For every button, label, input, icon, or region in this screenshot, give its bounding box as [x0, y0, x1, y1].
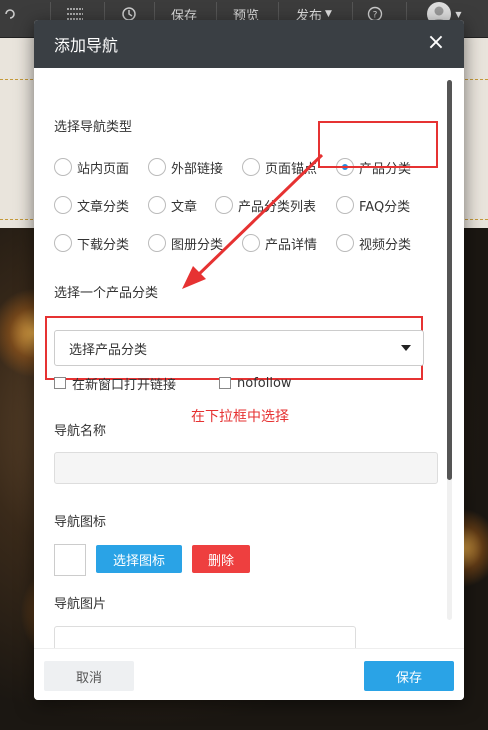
radio-circle	[148, 234, 166, 252]
select-value: 选择产品分类	[69, 342, 148, 358]
undo-icon[interactable]	[0, 0, 20, 28]
modal-body: 选择导航类型 站内页面 外部链接 页面锚点 产品分类 文章分类 文章 产品分类列…	[34, 68, 464, 658]
radio-faq-category[interactable]: FAQ分类	[336, 195, 410, 215]
nav-icon-label: 导航图标	[54, 515, 107, 530]
radio-circle	[215, 196, 233, 214]
open-new-window-checkbox[interactable]: 在新窗口打开链接	[54, 375, 177, 393]
checkbox-box	[54, 377, 66, 389]
delete-icon-button[interactable]: 删除	[192, 545, 250, 573]
radio-product-category-list[interactable]: 产品分类列表	[215, 195, 316, 215]
product-category-select[interactable]: 选择产品分类	[54, 330, 424, 366]
radio-label: 外部链接	[171, 161, 224, 177]
radio-label: 下载分类	[77, 237, 130, 253]
nofollow-checkbox[interactable]: nofollow	[219, 375, 292, 391]
radio-page-anchor[interactable]: 页面锚点	[242, 157, 317, 177]
save-button[interactable]: 保存	[364, 661, 454, 691]
nav-type-label: 选择导航类型	[54, 120, 133, 135]
cancel-button[interactable]: 取消	[44, 661, 134, 691]
radio-label: 文章	[171, 199, 198, 215]
radio-label: FAQ分类	[359, 199, 411, 215]
add-navigation-modal: 添加导航 × 选择导航类型 站内页面 外部链接 页面锚点 产品分类 文章分类 文	[34, 20, 464, 700]
radio-product-detail[interactable]: 产品详情	[242, 233, 317, 253]
nav-name-input[interactable]	[54, 452, 438, 484]
radio-article-category[interactable]: 文章分类	[54, 195, 129, 215]
radio-label: 页面锚点	[265, 161, 318, 177]
modal-scrollbar[interactable]	[447, 80, 452, 620]
checkbox-label: 在新窗口打开链接	[72, 377, 177, 393]
category-label: 选择一个产品分类	[54, 286, 159, 301]
radio-circle	[336, 234, 354, 252]
radio-download-category[interactable]: 下载分类	[54, 233, 129, 253]
radio-circle	[54, 158, 72, 176]
radio-circle	[148, 196, 166, 214]
radio-label: 文章分类	[77, 199, 130, 215]
radio-site-page[interactable]: 站内页面	[54, 157, 129, 177]
radio-album-category[interactable]: 图册分类	[148, 233, 223, 253]
radio-label: 视频分类	[359, 237, 412, 253]
modal-footer: 取消 保存	[34, 648, 464, 700]
radio-circle	[242, 158, 260, 176]
radio-circle	[242, 234, 260, 252]
radio-circle	[54, 196, 72, 214]
svg-text:?: ?	[373, 11, 378, 21]
radio-external-link[interactable]: 外部链接	[148, 157, 223, 177]
modal-title: 添加导航	[54, 36, 119, 55]
nav-icon-preview	[54, 544, 86, 576]
checkbox-label: nofollow	[237, 375, 292, 391]
radio-label: 图册分类	[171, 237, 224, 253]
radio-video-category[interactable]: 视频分类	[336, 233, 411, 253]
caret-down-icon	[401, 345, 411, 351]
select-icon-button[interactable]: 选择图标	[96, 545, 182, 573]
radio-circle	[336, 196, 354, 214]
radio-article[interactable]: 文章	[148, 195, 197, 215]
radio-circle	[54, 234, 72, 252]
modal-header: 添加导航 ×	[34, 20, 464, 68]
radio-circle	[148, 158, 166, 176]
radio-label: 产品详情	[265, 237, 318, 253]
checkbox-box	[219, 377, 231, 389]
chevron-down-icon: ▼	[455, 9, 462, 19]
radio-label: 站内页面	[77, 161, 130, 177]
scrollbar-thumb[interactable]	[447, 80, 452, 480]
annotation-text: 在下拉框中选择	[191, 409, 289, 425]
nav-name-label: 导航名称	[54, 424, 107, 439]
radio-label: 产品分类列表	[238, 199, 317, 215]
annotation-highlight-box	[318, 121, 438, 168]
close-icon[interactable]: ×	[426, 32, 446, 56]
nav-image-label: 导航图片	[54, 597, 107, 612]
chevron-down-icon: ▼	[325, 9, 332, 19]
